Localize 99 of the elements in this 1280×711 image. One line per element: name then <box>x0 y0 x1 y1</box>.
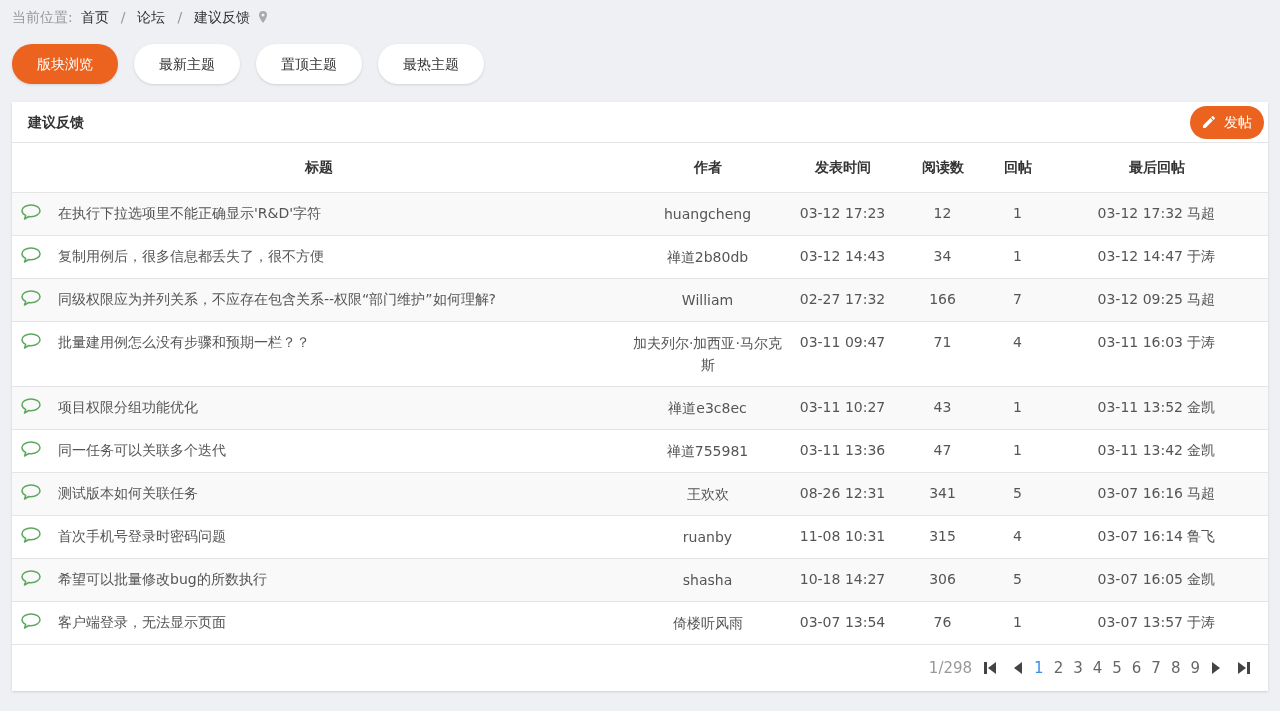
location-pin-icon <box>258 10 269 24</box>
breadcrumb-separator: / <box>177 7 183 27</box>
read-count-cell-text: 43 <box>932 398 953 417</box>
read-count-cell-text: 76 <box>932 613 953 632</box>
page-link[interactable]: 9 <box>1190 656 1200 680</box>
post-time-cell-text: 11-08 10:31 <box>798 527 887 546</box>
page-link[interactable]: 5 <box>1112 656 1122 680</box>
tab[interactable]: 最热主题 <box>378 44 484 84</box>
tab[interactable]: 最新主题 <box>134 44 240 84</box>
post-time-cell-text: 08-26 12:31 <box>798 484 887 503</box>
last-reply-cell-text: 03-12 17:32 马超 <box>1096 204 1217 223</box>
read-count-cell-text: 306 <box>928 570 957 589</box>
read-count-cell-text: 166 <box>928 290 957 309</box>
last-reply-cell-text: 03-07 13:57 于涛 <box>1096 613 1217 632</box>
read-count-cell-text: 315 <box>928 527 957 546</box>
speech-bubble-icon <box>20 397 42 415</box>
last-reply-cell-text: 03-12 14:47 于涛 <box>1096 247 1217 266</box>
reply-count-cell-text: 1 <box>1012 613 1023 632</box>
read-count-cell-text: 47 <box>932 441 953 460</box>
reply-count-cell-text: 4 <box>1012 333 1023 352</box>
speech-bubble-icon <box>20 332 42 350</box>
reply-count-cell-text: 4 <box>1012 527 1023 546</box>
breadcrumb-link[interactable]: 首页 <box>80 6 109 28</box>
reply-count-cell-text: 5 <box>1012 570 1023 589</box>
last-reply-cell-text: 03-07 16:16 马超 <box>1096 484 1217 503</box>
first-page-icon[interactable] <box>982 660 999 676</box>
speech-bubble-icon <box>20 526 42 544</box>
last-reply-cell-text: 03-12 09:25 马超 <box>1096 290 1217 309</box>
topic-title-link[interactable]: 复制用例后，很多信息都丢失了，很不方便 <box>58 246 324 266</box>
author-cell-text: 王欢欢 <box>685 485 730 504</box>
post-time-cell-text: 03-12 14:43 <box>798 247 887 266</box>
read-count-cell-text: 341 <box>928 484 957 503</box>
tab[interactable]: 置顶主题 <box>256 44 362 84</box>
topic-title-link[interactable]: 首次手机号登录时密码问题 <box>58 526 226 546</box>
post-time-cell-text: 03-11 09:47 <box>798 333 887 352</box>
speech-bubble-icon <box>20 203 42 221</box>
author-cell-text: 禅道2b80db <box>665 248 750 267</box>
author-cell-text: 禅道755981 <box>665 442 750 461</box>
topic-title-link[interactable]: 在执行下拉选项里不能正确显示'R&D'字符 <box>58 203 322 223</box>
author-cell-text: 禅道e3c8ec <box>667 399 748 418</box>
column-header: 阅读数 <box>920 158 965 177</box>
author-cell-text: 倚楼听风雨 <box>671 614 744 633</box>
pencil-icon <box>1202 115 1216 129</box>
last-reply-cell-text: 03-11 13:42 金凯 <box>1096 441 1217 460</box>
speech-bubble-icon <box>20 289 42 307</box>
panel-title: 建议反馈 <box>28 112 84 132</box>
page-link[interactable]: 2 <box>1053 656 1064 680</box>
reply-count-cell-text: 5 <box>1012 484 1023 503</box>
reply-count-cell-text: 7 <box>1012 290 1023 309</box>
post-time-cell-text: 10-18 14:27 <box>798 570 887 589</box>
topic-title-link[interactable]: 测试版本如何关联任务 <box>58 483 198 503</box>
author-cell-text: ruanby <box>681 528 734 547</box>
last-reply-cell-text: 03-07 16:14 鲁飞 <box>1096 527 1217 546</box>
topic-title-link[interactable]: 客户端登录，无法显示页面 <box>58 612 226 632</box>
page-link[interactable]: 6 <box>1131 656 1142 680</box>
author-cell-text: William <box>680 291 735 310</box>
reply-count-cell-text: 1 <box>1012 247 1023 266</box>
speech-bubble-icon <box>20 440 42 458</box>
last-reply-cell-text: 03-11 16:03 于涛 <box>1096 333 1217 352</box>
read-count-cell-text: 12 <box>932 204 953 223</box>
topic-title-link[interactable]: 同级权限应为并列关系，不应存在包含关系--权限“部门维护”如何理解? <box>58 289 497 309</box>
column-header: 作者 <box>692 158 723 177</box>
column-header: 标题 <box>303 158 334 177</box>
post-time-cell-text: 03-11 13:36 <box>798 441 887 460</box>
breadcrumb-separator: / <box>120 7 126 27</box>
breadcrumb-link[interactable]: 论坛 <box>137 6 166 28</box>
topic-title-link[interactable]: 同一任务可以关联多个迭代 <box>58 440 226 460</box>
post-time-cell-text: 02-27 17:32 <box>798 290 887 309</box>
column-header: 最后回帖 <box>1127 158 1186 177</box>
page-summary: 1/298 <box>928 657 973 679</box>
read-count-cell-text: 71 <box>932 333 953 352</box>
reply-count-cell-text: 1 <box>1012 398 1023 417</box>
speech-bubble-icon <box>20 612 42 630</box>
page-link[interactable]: 7 <box>1151 656 1161 680</box>
post-time-cell-text: 03-07 13:54 <box>798 613 887 632</box>
speech-bubble-icon <box>20 569 42 587</box>
speech-bubble-icon <box>20 246 42 264</box>
reply-count-cell-text: 1 <box>1012 441 1023 460</box>
column-header: 回帖 <box>1002 158 1033 177</box>
author-cell-text: 加夫列尔·加西亚·马尔克斯 <box>632 334 783 375</box>
breadcrumb-link[interactable]: 建议反馈 <box>194 6 251 28</box>
last-reply-cell-text: 03-11 13:52 金凯 <box>1096 398 1217 417</box>
page-link[interactable]: 3 <box>1073 656 1083 680</box>
breadcrumb-label: 当前位置: <box>12 7 73 27</box>
topic-title-link[interactable]: 希望可以批量修改bug的所数执行 <box>58 569 267 589</box>
page-link[interactable]: 4 <box>1092 656 1103 680</box>
topic-title-link[interactable]: 批量建用例怎么没有步骤和预期一栏？？ <box>58 332 310 352</box>
last-page-icon[interactable] <box>1236 660 1252 676</box>
post-time-cell-text: 03-11 10:27 <box>798 398 887 417</box>
page-link[interactable]: 8 <box>1170 656 1181 680</box>
read-count-cell-text: 34 <box>932 247 953 266</box>
last-reply-cell-text: 03-07 16:05 金凯 <box>1096 570 1217 589</box>
author-cell-text: shasha <box>681 571 734 590</box>
author-cell-text: huangcheng <box>663 205 752 224</box>
column-header: 发表时间 <box>813 158 872 177</box>
post-time-cell-text: 03-12 17:23 <box>798 204 887 223</box>
speech-bubble-icon <box>20 483 42 501</box>
reply-count-cell-text: 1 <box>1012 204 1023 223</box>
topic-title-link[interactable]: 项目权限分组功能优化 <box>58 397 198 417</box>
